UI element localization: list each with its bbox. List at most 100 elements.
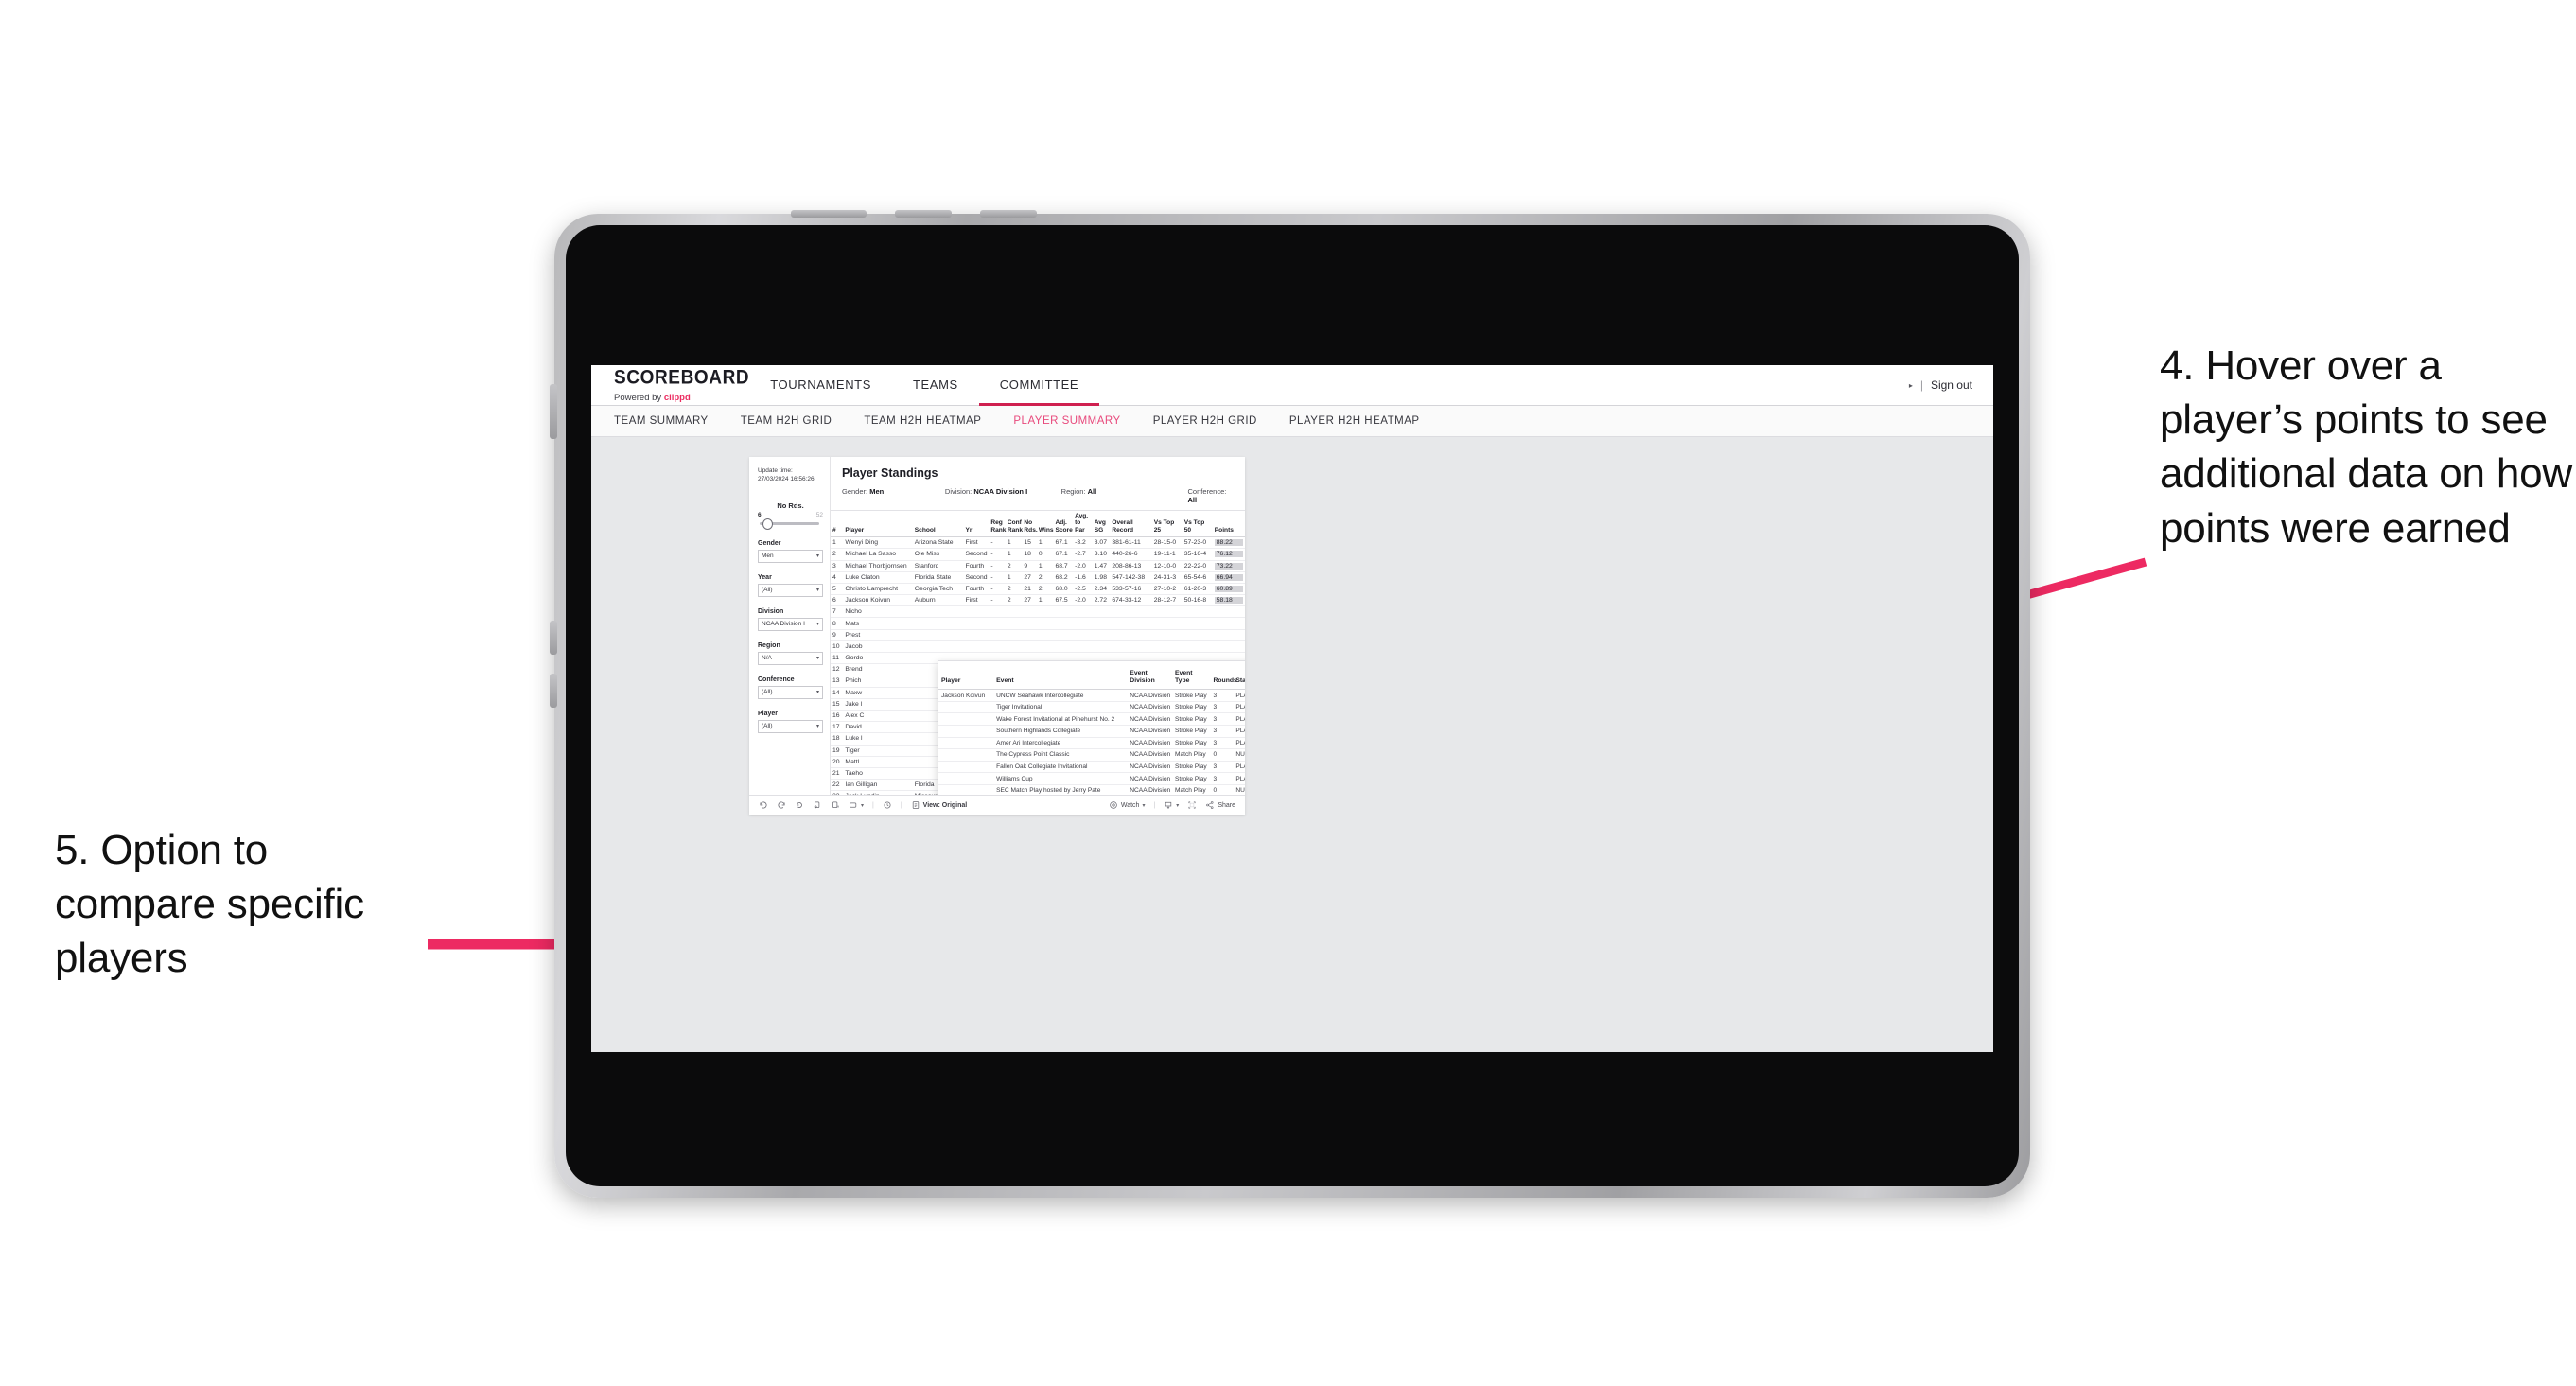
device-icon[interactable] (849, 800, 858, 810)
cell-avg-sg: 1.47 (1092, 560, 1111, 572)
tt-cell-event-division: NCAA Division I (1127, 761, 1173, 774)
undo-icon[interactable] (759, 800, 768, 810)
subtab-player-h2h-heatmap[interactable]: PLAYER H2H HEATMAP (1273, 415, 1436, 427)
tt-cell-status: PLAYED (1233, 689, 1245, 702)
col-vs-top-25[interactable]: Vs Top 25 (1151, 511, 1183, 538)
table-row[interactable]: 9 Prest (831, 629, 1245, 641)
cell-avg-sg (1092, 605, 1111, 619)
table-row[interactable]: 2 Michael La Sasso Ole Miss Second -1 18 0 67.1… (831, 548, 1245, 561)
subtab-player-h2h-grid[interactable]: PLAYER H2H GRID (1137, 415, 1273, 427)
table-row[interactable]: 10 Jacob (831, 640, 1245, 654)
tt-col-player: Player (938, 666, 994, 691)
tooltip-row: The Cypress Point Classic NCAA Division I… (938, 748, 1245, 762)
cell-player: Ian Gilligan (843, 779, 913, 792)
cell-wins (1036, 640, 1054, 654)
tt-cell-player (938, 725, 994, 738)
cell-player: Luke Claton (843, 571, 913, 584)
history-icon[interactable] (883, 800, 892, 810)
cell-points[interactable]: 73.22 (1212, 560, 1245, 572)
cell-points[interactable]: 66.94 (1212, 571, 1245, 584)
watch-control[interactable]: Watch ▾ (1109, 800, 1145, 810)
filter-division-select[interactable]: NCAA Division I ▾ (758, 617, 823, 631)
table-row[interactable]: 5 Christo Lamprecht Georgia Tech Fourth -2 21… (831, 583, 1245, 596)
filter-region-select[interactable]: N/A ▾ (758, 651, 823, 665)
filter-conference-select[interactable]: (All) ▾ (758, 685, 823, 699)
tt-cell-rounds: 3 (1210, 725, 1234, 738)
col-avg-to-par[interactable]: Avg. to Par (1073, 511, 1093, 538)
chevron-down-icon[interactable]: ▾ (1176, 802, 1179, 809)
nav-tab-committee[interactable]: COMMITTEE (978, 365, 1100, 406)
standings-table-wrap[interactable]: # Player School Yr Reg Rank Conf Rank No… (831, 510, 1245, 795)
table-row[interactable]: 4 Luke Claton Florida State Second -1 27 2 68.2… (831, 571, 1245, 584)
table-row[interactable]: 3 Michael Thorbjornsen Stanford Fourth -2 9 1 6… (831, 560, 1245, 572)
cell-no-rds: 27 (1022, 571, 1037, 584)
col-wins[interactable]: Wins (1036, 511, 1054, 538)
col-overall-record[interactable]: Overall Record (1110, 511, 1152, 538)
fullscreen-icon[interactable] (1187, 800, 1197, 810)
no-rounds-slider[interactable]: No Rds. 6 52 (758, 501, 823, 531)
col-adj-score[interactable]: Adj. Score (1053, 511, 1074, 538)
cell-vs-top-25: 24-31-3 (1151, 571, 1183, 584)
filter-gender-select[interactable]: Men ▾ (758, 549, 823, 563)
filter-player-select[interactable]: (All) ▾ (758, 719, 823, 733)
update-time-block: Update time: 27/03/2024 16:56:26 (758, 466, 823, 484)
col-conf-rank[interactable]: Conf Rank (1005, 511, 1023, 538)
subtab-team-h2h-grid[interactable]: TEAM H2H GRID (725, 415, 849, 427)
cell-points[interactable]: 88.22 (1212, 536, 1245, 550)
col-rank[interactable]: # (831, 511, 844, 538)
table-row[interactable]: 8 Mats (831, 617, 1245, 630)
col-points[interactable]: Points (1212, 511, 1245, 538)
col-vs-top-50[interactable]: Vs Top 50 (1182, 511, 1213, 538)
cell-school: Stanford (912, 560, 964, 572)
nav-tab-tournaments[interactable]: TOURNAMENTS (749, 365, 892, 406)
chevron-down-icon[interactable]: ▾ (1142, 802, 1145, 809)
subtab-player-summary[interactable]: PLAYER SUMMARY (997, 415, 1136, 427)
revert-icon[interactable] (795, 800, 804, 810)
table-row[interactable]: 1 Wenyi Ding Arizona State First -1 15 1 67.1 -3… (831, 536, 1245, 550)
sign-out-link[interactable]: Sign out (1931, 378, 1972, 392)
tt-cell-status: PLAYED (1233, 761, 1245, 774)
cell-points[interactable] (1212, 617, 1245, 630)
cell-rank: 20 (831, 756, 844, 768)
col-avg-sg[interactable]: Avg SG (1092, 511, 1111, 538)
table-row[interactable]: 6 Jackson Koivun Auburn First -2 27 1 67.5 -2.0 2… (831, 594, 1245, 607)
subtab-team-h2h-heatmap[interactable]: TEAM H2H HEATMAP (848, 415, 997, 427)
cell-points[interactable]: 76.12 (1212, 548, 1245, 561)
refresh-icon[interactable] (813, 800, 822, 810)
view-control[interactable]: View: Original (911, 800, 967, 810)
cell-rank: 17 (831, 721, 844, 734)
cell-yr: Fourth (963, 583, 990, 596)
subtab-team-summary[interactable]: TEAM SUMMARY (591, 415, 725, 427)
device-layout-control[interactable]: ▾ (849, 800, 864, 810)
brand-logo[interactable]: SCOREBOARD Powered by clippd (591, 365, 749, 405)
chevron-down-icon[interactable]: ▾ (861, 802, 864, 809)
cell-points[interactable] (1212, 605, 1245, 619)
col-reg-rank[interactable]: Reg Rank (989, 511, 1006, 538)
cell-rank: 15 (831, 698, 844, 711)
pause-refresh-icon[interactable] (831, 800, 840, 810)
slider-handle[interactable] (762, 518, 773, 531)
filter-player: Player (All) ▾ (758, 711, 823, 733)
cell-points[interactable]: 60.89 (1212, 583, 1245, 596)
cell-points[interactable]: 58.18 (1212, 594, 1245, 607)
nav-tab-teams[interactable]: TEAMS (892, 365, 979, 406)
page-title: Player Standings (842, 466, 938, 480)
col-no-rds[interactable]: No Rds. (1022, 511, 1038, 538)
account-caret-icon[interactable]: ▸ (1909, 381, 1913, 390)
cell-points[interactable] (1212, 629, 1245, 641)
redo-icon[interactable] (777, 800, 786, 810)
filter-year-select[interactable]: (All) ▾ (758, 583, 823, 597)
col-yr[interactable]: Yr (963, 511, 990, 538)
cell-vs-top-25: 27-10-2 (1151, 583, 1183, 596)
table-row[interactable]: 7 Nicho (831, 605, 1245, 619)
share-control[interactable]: Share (1205, 800, 1235, 810)
slider-track[interactable] (760, 518, 819, 531)
cell-school (912, 605, 964, 619)
meta-gender: Gender: Men (842, 487, 945, 504)
download-control[interactable]: ▾ (1164, 800, 1179, 810)
cell-points[interactable] (1212, 640, 1245, 654)
col-player[interactable]: Player (843, 511, 913, 538)
filter-region-label: Region (758, 641, 780, 649)
cell-school (912, 617, 964, 630)
col-school[interactable]: School (912, 511, 964, 538)
